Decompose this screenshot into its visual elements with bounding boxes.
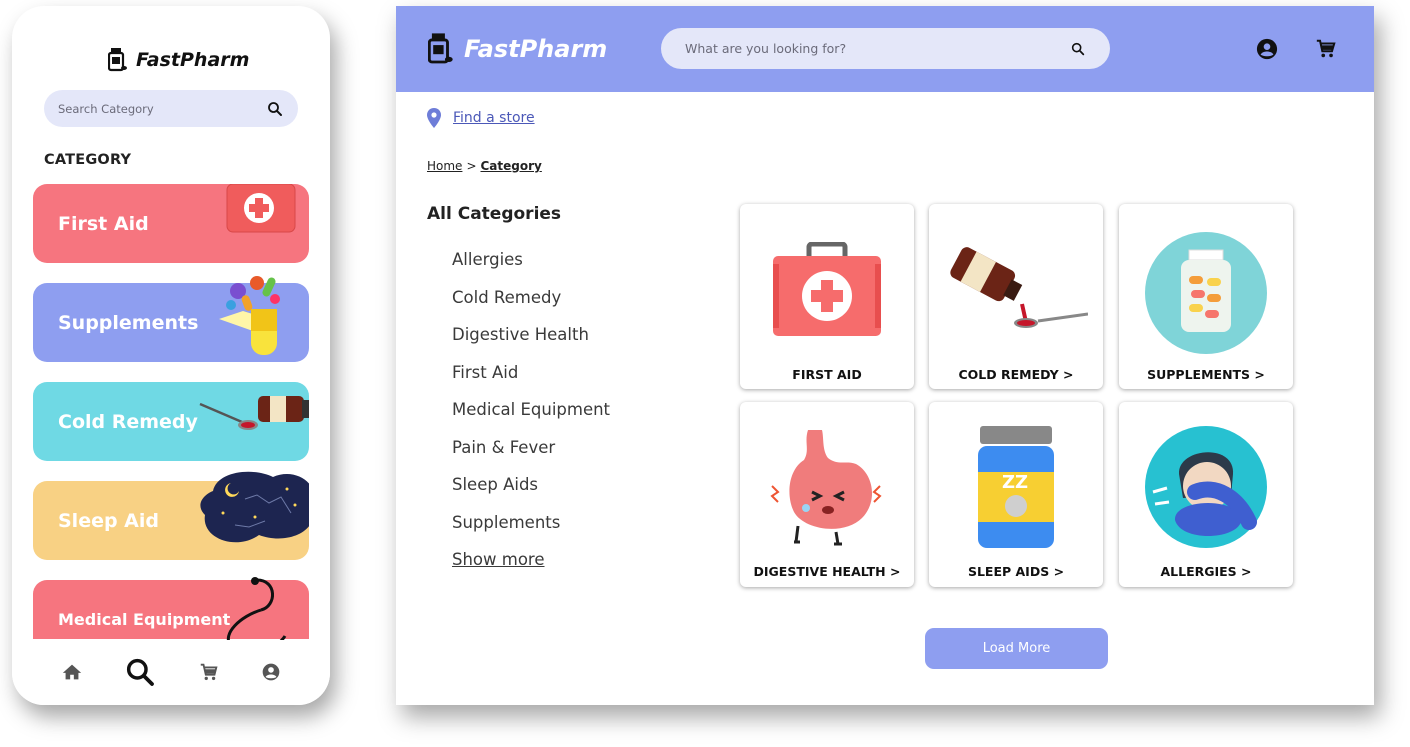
category-link-sleep-aids[interactable]: Sleep Aids [452,475,610,513]
category-tile-sleep-aids[interactable]: ZZ SLEEP AIDS > [929,402,1103,587]
category-tile-label: COLD REMEDY > [958,367,1074,382]
category-heading: CATEGORY [44,152,132,168]
pharmacy-bottle-icon [108,48,127,72]
first-aid-kit-icon [773,242,881,336]
category-card-label: Sleep Aid [58,509,160,532]
category-card-label: Supplements [58,311,199,334]
all-categories-heading: All Categories [427,204,562,224]
desktop-logo-text: FastPharm [464,35,608,63]
category-card-label: First Aid [58,212,149,235]
cart-icon[interactable] [198,661,220,683]
supplements-jar-icon [1145,232,1267,354]
account-icon[interactable] [1256,38,1278,60]
category-card-sleep-aid[interactable]: Sleep Aid [33,471,309,560]
cart-icon[interactable] [1314,38,1338,60]
category-link-first-aid[interactable]: First Aid [452,363,610,401]
category-card-medical-equipment[interactable]: Medical Equipment [33,577,309,640]
search-icon[interactable] [1070,41,1086,57]
search-icon[interactable] [124,656,156,688]
first-aid-kit-icon [226,184,296,233]
category-tile-first-aid[interactable]: FIRST AID [740,204,914,389]
find-store-link[interactable]: Find a store [453,110,535,126]
desktop-search-bar [661,28,1110,69]
mobile-category-list: First Aid Supplements Cold Remedy Sleep … [33,184,309,640]
syrup-spoon-icon [199,396,309,430]
sneezing-person-icon [1145,426,1267,548]
category-card-first-aid[interactable]: First Aid [33,184,309,263]
category-card-cold-remedy[interactable]: Cold Remedy [33,382,309,461]
category-link-pain-fever[interactable]: Pain & Fever [452,438,610,476]
category-tile-label: SUPPLEMENTS > [1147,367,1265,382]
category-link-medical-equipment[interactable]: Medical Equipment [452,400,610,438]
category-link-cold-remedy[interactable]: Cold Remedy [452,288,610,326]
category-tile-supplements[interactable]: SUPPLEMENTS > [1119,204,1293,389]
category-card-label: Medical Equipment [58,610,231,629]
category-tile-allergies[interactable]: ALLERGIES > [1119,402,1293,587]
night-sky-icon [200,471,309,543]
category-tile-digestive-health[interactable]: DIGESTIVE HEALTH > [740,402,914,587]
pharmacy-bottle-icon [428,33,453,64]
category-card-label: Cold Remedy [58,410,198,433]
breadcrumb: Home > Category [427,159,542,173]
mobile-logo-text: FastPharm [136,49,250,71]
category-tile-label: SLEEP AIDS > [967,564,1065,579]
sleep-aid-bottle-icon: ZZ [978,426,1054,548]
load-more-button[interactable]: Load More [925,628,1108,669]
desktop-header: FastPharm [396,6,1374,92]
stomach-icon [770,430,882,546]
mobile-logo[interactable]: FastPharm [108,48,249,72]
desktop-screen: FastPharm Find a store Home > [396,6,1374,705]
show-more-link[interactable]: Show more [452,550,610,588]
svg-text:ZZ: ZZ [1002,472,1028,493]
mobile-screen: FastPharm CATEGORY First Aid Supplements [12,6,330,705]
category-tile-cold-remedy[interactable]: COLD REMEDY > [929,204,1103,389]
breadcrumb-separator: > [466,159,477,173]
mobile-bottom-nav [12,639,330,705]
desktop-search-input[interactable] [685,41,1070,56]
find-store[interactable]: Find a store [427,108,535,128]
mobile-search-bar [44,90,298,127]
supplements-icon [219,276,280,355]
search-icon[interactable] [266,100,284,118]
category-card-supplements[interactable]: Supplements [33,276,309,362]
breadcrumb-current[interactable]: Category [481,159,542,173]
category-tile-label: ALLERGIES > [1160,564,1252,579]
mobile-search-input[interactable] [58,101,266,116]
category-tile-label: FIRST AID [792,367,862,382]
category-link-allergies[interactable]: Allergies [452,250,610,288]
location-pin-icon [427,108,441,128]
syrup-spoon-icon [950,247,1088,328]
category-link-supplements[interactable]: Supplements [452,513,610,551]
home-icon[interactable] [61,661,83,683]
desktop-logo[interactable]: FastPharm [428,33,607,65]
category-sidebar-list: Allergies Cold Remedy Digestive Health F… [452,250,610,588]
account-icon[interactable] [261,662,281,682]
category-tile-label: DIGESTIVE HEALTH > [753,564,901,579]
breadcrumb-home[interactable]: Home [427,159,462,173]
category-link-digestive-health[interactable]: Digestive Health [452,325,610,363]
stethoscope-icon [227,577,287,640]
